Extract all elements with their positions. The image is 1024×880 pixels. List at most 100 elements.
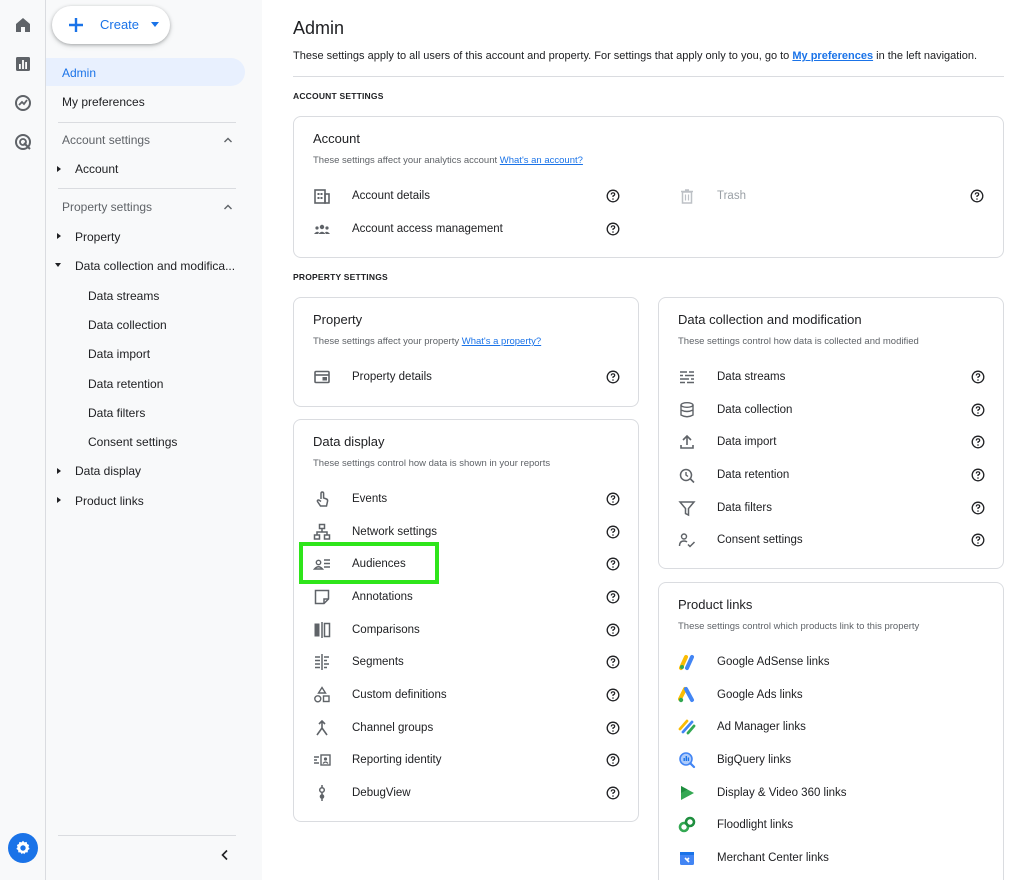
card-subtitle-text: These settings affect your property xyxy=(313,336,462,347)
bigquery-links-row[interactable]: BigQuery links xyxy=(659,746,1003,774)
data-display-card: Data display These settings control how … xyxy=(293,419,639,822)
bigquery-logo-icon xyxy=(678,751,696,769)
nav-item-product-links[interactable]: Product links xyxy=(75,494,144,508)
card-subtitle-text: These settings affect your analytics acc… xyxy=(313,155,500,166)
my-preferences-link[interactable]: My preferences xyxy=(792,50,873,62)
expand-arrow-icon[interactable] xyxy=(57,233,61,239)
help-icon[interactable] xyxy=(606,721,620,735)
compare-icon xyxy=(313,621,331,639)
admin-gear-icon[interactable] xyxy=(8,833,38,863)
display-video-360-links-row[interactable]: Display & Video 360 links xyxy=(659,779,1003,807)
nav-item-data-import[interactable]: Data import xyxy=(88,347,150,361)
ad-manager-links-row[interactable]: Ad Manager links xyxy=(659,713,1003,741)
help-icon[interactable] xyxy=(606,370,620,384)
help-icon[interactable] xyxy=(971,468,985,482)
data-filters-row[interactable]: Data filters xyxy=(659,494,1003,522)
help-icon[interactable] xyxy=(606,189,620,203)
create-button[interactable]: Create xyxy=(52,6,170,44)
create-label: Create xyxy=(100,17,140,32)
home-icon[interactable] xyxy=(13,15,33,35)
row-label: Segments xyxy=(352,656,404,668)
comparisons-row[interactable]: Comparisons xyxy=(294,616,638,644)
help-icon[interactable] xyxy=(606,753,620,767)
nav-item-consent-settings[interactable]: Consent settings xyxy=(88,435,177,449)
data-retention-row[interactable]: Data retention xyxy=(659,461,1003,489)
help-icon[interactable] xyxy=(971,435,985,449)
building-icon xyxy=(313,187,331,205)
nav-section-property-settings[interactable]: Property settings xyxy=(62,200,152,214)
help-icon[interactable] xyxy=(606,688,620,702)
data-streams-row[interactable]: Data streams xyxy=(659,363,1003,391)
chevron-left-icon[interactable] xyxy=(218,848,232,862)
help-icon[interactable] xyxy=(606,492,620,506)
account-access-management-row[interactable]: Account access management xyxy=(294,215,634,243)
account-settings-heading: ACCOUNT SETTINGS xyxy=(293,91,384,101)
nav-item-account[interactable]: Account xyxy=(75,162,118,176)
data-collection-row[interactable]: Data collection xyxy=(659,396,1003,424)
expand-arrow-icon[interactable] xyxy=(57,468,61,474)
whats-a-property-link[interactable]: What's a property? xyxy=(462,336,541,347)
nav-item-data-streams[interactable]: Data streams xyxy=(88,289,159,303)
nav-item-data-display[interactable]: Data display xyxy=(75,464,141,478)
nav-item-data-retention[interactable]: Data retention xyxy=(88,377,163,391)
property-details-row[interactable]: Property details xyxy=(294,363,638,391)
nav-item-data-collection[interactable]: Data collection xyxy=(88,318,167,332)
property-details-icon xyxy=(313,368,331,386)
explore-icon[interactable] xyxy=(13,93,33,113)
nav-item-my-preferences[interactable]: My preferences xyxy=(62,95,145,109)
google-ads-links-row[interactable]: Google Ads links xyxy=(659,681,1003,709)
row-label: BigQuery links xyxy=(717,754,792,766)
nav-item-admin[interactable]: Admin xyxy=(46,58,245,86)
collapse-arrow-icon[interactable] xyxy=(55,263,61,267)
card-title: Data collection and modification xyxy=(678,312,862,327)
nav-item-data-collection-modification[interactable]: Data collection and modifica... xyxy=(75,259,235,273)
chevron-up-icon[interactable] xyxy=(223,202,233,212)
debugview-row[interactable]: DebugView xyxy=(294,779,638,807)
google-adsense-links-row[interactable]: Google AdSense links xyxy=(659,648,1003,676)
row-label: Annotations xyxy=(352,591,413,603)
nav-section-account-settings[interactable]: Account settings xyxy=(62,133,150,147)
trash-row[interactable]: Trash xyxy=(659,182,999,210)
help-icon[interactable] xyxy=(971,533,985,547)
card-title: Data display xyxy=(313,434,385,449)
channel-groups-row[interactable]: Channel groups xyxy=(294,714,638,742)
card-subtitle: These settings affect your analytics acc… xyxy=(313,155,583,166)
floodlight-links-row[interactable]: Floodlight links xyxy=(659,811,1003,839)
events-row[interactable]: Events xyxy=(294,485,638,513)
help-icon[interactable] xyxy=(606,786,620,800)
help-icon[interactable] xyxy=(606,525,620,539)
row-label: Display & Video 360 links xyxy=(717,787,847,799)
row-label: DebugView xyxy=(352,787,411,799)
help-icon[interactable] xyxy=(970,189,984,203)
row-label: Network settings xyxy=(352,526,438,538)
advertising-icon[interactable] xyxy=(13,132,33,152)
help-icon[interactable] xyxy=(971,403,985,417)
merchant-center-links-row[interactable]: Merchant Center links xyxy=(659,844,1003,872)
expand-arrow-icon[interactable] xyxy=(57,497,61,503)
help-icon[interactable] xyxy=(606,655,620,669)
expand-arrow-icon[interactable] xyxy=(57,166,61,172)
segments-row[interactable]: Segments xyxy=(294,648,638,676)
account-card: Account These settings affect your analy… xyxy=(293,116,1004,258)
data-import-row[interactable]: Data import xyxy=(659,428,1003,456)
account-details-row[interactable]: Account details xyxy=(294,182,634,210)
header-divider xyxy=(293,76,1004,77)
nav-item-data-filters[interactable]: Data filters xyxy=(88,406,145,420)
whats-an-account-link[interactable]: What's an account? xyxy=(500,155,583,166)
caret-down-icon xyxy=(151,22,159,27)
reports-icon[interactable] xyxy=(13,54,33,74)
card-subtitle: These settings control how data is colle… xyxy=(678,336,919,347)
help-icon[interactable] xyxy=(606,623,620,637)
help-icon[interactable] xyxy=(606,222,620,236)
annotations-row[interactable]: Annotations xyxy=(294,583,638,611)
reporting-identity-row[interactable]: Reporting identity xyxy=(294,746,638,774)
debug-icon xyxy=(313,784,331,802)
help-icon[interactable] xyxy=(606,557,620,571)
consent-settings-row[interactable]: Consent settings xyxy=(659,526,1003,554)
chevron-up-icon[interactable] xyxy=(223,135,233,145)
custom-definitions-row[interactable]: Custom definitions xyxy=(294,681,638,709)
help-icon[interactable] xyxy=(971,370,985,384)
help-icon[interactable] xyxy=(971,501,985,515)
help-icon[interactable] xyxy=(606,590,620,604)
nav-item-property[interactable]: Property xyxy=(75,230,120,244)
